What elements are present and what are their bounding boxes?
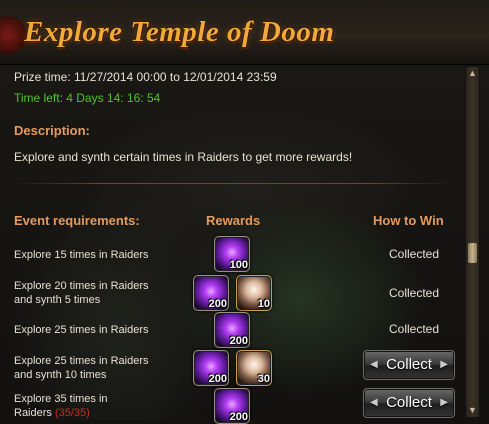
chevron-left-icon: ◀ <box>370 359 378 370</box>
reward-quantity: 100 <box>229 259 248 271</box>
list-item: Explore 20 times in Raiders and synth 5 … <box>0 273 455 313</box>
purple-orb-icon[interactable]: 100 <box>214 236 250 272</box>
requirement-text: Explore 20 times in Raiders and synth 5 … <box>14 280 149 306</box>
purple-orb-icon[interactable]: 200 <box>214 312 250 348</box>
description-text: Explore and synth certain times in Raide… <box>14 150 353 164</box>
column-header-rewards: Rewards <box>206 213 261 228</box>
divider <box>14 183 454 184</box>
reward-quantity: 200 <box>208 373 227 385</box>
reward-quantity: 30 <box>257 373 270 385</box>
purple-orb-icon[interactable]: 200 <box>214 388 250 424</box>
pearl-orb-icon[interactable]: 30 <box>236 350 272 386</box>
scroll-down-icon[interactable]: ▼ <box>466 404 479 417</box>
page-title: Explore Temple of Doom <box>24 16 335 48</box>
requirement-text: Explore 15 times in Raiders <box>14 249 149 261</box>
requirement-text: Explore 35 times in Raiders (35/35) <box>14 393 108 419</box>
requirement-text: Explore 25 times in Raiders and synth 10… <box>14 355 149 381</box>
chevron-right-icon: ▶ <box>440 397 448 408</box>
progress-count: (35/35) <box>54 407 90 419</box>
scroll-up-icon[interactable]: ▲ <box>466 67 479 80</box>
reward-quantity: 200 <box>229 411 248 423</box>
column-header-requirements: Event requirements: <box>14 213 140 228</box>
collect-button[interactable]: ◀ Collect ▶ <box>363 350 455 380</box>
header-banner: Explore Temple of Doom <box>0 0 489 65</box>
reward-quantity: 200 <box>229 335 248 347</box>
purple-orb-icon[interactable]: 200 <box>193 275 229 311</box>
reward-quantity: 10 <box>257 298 270 310</box>
scrollbar-thumb[interactable] <box>468 243 477 263</box>
list-item: Explore 25 times in Raiders 200 Collecte… <box>0 310 455 350</box>
column-header-how-to-win: How to Win <box>373 213 444 228</box>
purple-orb-icon[interactable]: 200 <box>193 350 229 386</box>
prize-time: Prize time: 11/27/2014 00:00 to 12/01/20… <box>14 70 277 84</box>
chevron-left-icon: ◀ <box>370 397 378 408</box>
requirement-text: Explore 25 times in Raiders <box>14 324 149 336</box>
chevron-right-icon: ▶ <box>440 359 448 370</box>
description-heading: Description: <box>14 123 90 138</box>
time-left: Time left: 4 Days 14: 16: 54 <box>14 91 161 105</box>
status-text: Collected <box>389 247 440 261</box>
list-item: Explore 25 times in Raiders and synth 10… <box>0 348 455 388</box>
list-item: Explore 15 times in Raiders 100 Collecte… <box>0 234 455 274</box>
list-item: Explore 35 times in Raiders (35/35) 200 … <box>0 386 455 424</box>
collect-button[interactable]: ◀ Collect ▶ <box>363 388 455 418</box>
pearl-orb-icon[interactable]: 10 <box>236 275 272 311</box>
status-text: Collected <box>389 322 440 336</box>
status-text: Collected <box>389 286 440 300</box>
reward-quantity: 200 <box>208 298 227 310</box>
scrollbar[interactable]: ▲ ▼ <box>465 66 480 418</box>
